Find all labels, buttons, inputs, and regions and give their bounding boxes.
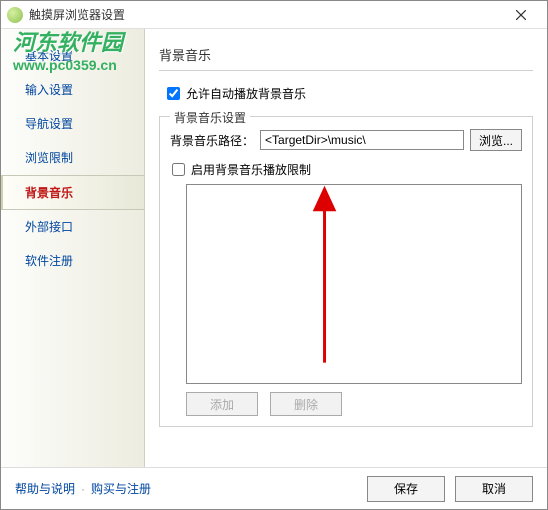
settings-window: 触摸屏浏览器设置 河东软件园 www.pc0359.cn 基本设置 输入设置 导… [0, 0, 548, 510]
sidebar: 基本设置 输入设置 导航设置 浏览限制 背景音乐 外部接口 软件注册 [1, 29, 145, 509]
cancel-button[interactable]: 取消 [455, 476, 533, 502]
footer-bar: 帮助与说明 · 购买与注册 保存 取消 [1, 467, 547, 509]
close-icon [516, 10, 526, 20]
autoplay-checkbox[interactable] [167, 87, 180, 100]
limit-label: 启用背景音乐播放限制 [191, 161, 311, 178]
path-input[interactable] [260, 130, 464, 150]
music-listbox[interactable] [186, 184, 522, 384]
path-row: 背景音乐路径： 浏览... [170, 129, 522, 151]
app-icon [7, 7, 23, 23]
limit-checkbox[interactable] [172, 163, 185, 176]
help-links: 帮助与说明 · 购买与注册 [15, 480, 151, 497]
close-button[interactable] [501, 1, 541, 29]
separator: · [81, 482, 85, 496]
autoplay-row: 允许自动播放背景音乐 [167, 85, 533, 102]
sidebar-item-basic[interactable]: 基本设置 [1, 39, 144, 73]
sidebar-item-browse-limit[interactable]: 浏览限制 [1, 141, 144, 175]
sidebar-item-nav[interactable]: 导航设置 [1, 107, 144, 141]
content-area: 基本设置 输入设置 导航设置 浏览限制 背景音乐 外部接口 软件注册 背景音乐 … [1, 29, 547, 509]
delete-button[interactable]: 删除 [270, 392, 342, 416]
buy-link[interactable]: 购买与注册 [91, 480, 151, 497]
browse-button[interactable]: 浏览... [470, 129, 522, 151]
save-button[interactable]: 保存 [367, 476, 445, 502]
sidebar-item-input[interactable]: 输入设置 [1, 73, 144, 107]
main-panel: 背景音乐 允许自动播放背景音乐 背景音乐设置 背景音乐路径： 浏览... 启用背… [145, 29, 547, 509]
sidebar-item-register[interactable]: 软件注册 [1, 244, 144, 278]
window-title: 触摸屏浏览器设置 [29, 6, 501, 23]
annotation-arrow [187, 185, 521, 383]
panel-title: 背景音乐 [159, 45, 533, 71]
path-label: 背景音乐路径： [170, 132, 254, 149]
sidebar-item-external[interactable]: 外部接口 [1, 210, 144, 244]
bgmusic-fieldset: 背景音乐设置 背景音乐路径： 浏览... 启用背景音乐播放限制 [159, 116, 533, 427]
list-buttons: 添加 删除 [186, 392, 522, 416]
fieldset-legend: 背景音乐设置 [170, 109, 250, 126]
sidebar-item-bgmusic[interactable]: 背景音乐 [1, 175, 144, 210]
autoplay-label: 允许自动播放背景音乐 [186, 85, 306, 102]
help-link[interactable]: 帮助与说明 [15, 480, 75, 497]
titlebar: 触摸屏浏览器设置 [1, 1, 547, 29]
limit-row: 启用背景音乐播放限制 [172, 161, 522, 178]
add-button[interactable]: 添加 [186, 392, 258, 416]
